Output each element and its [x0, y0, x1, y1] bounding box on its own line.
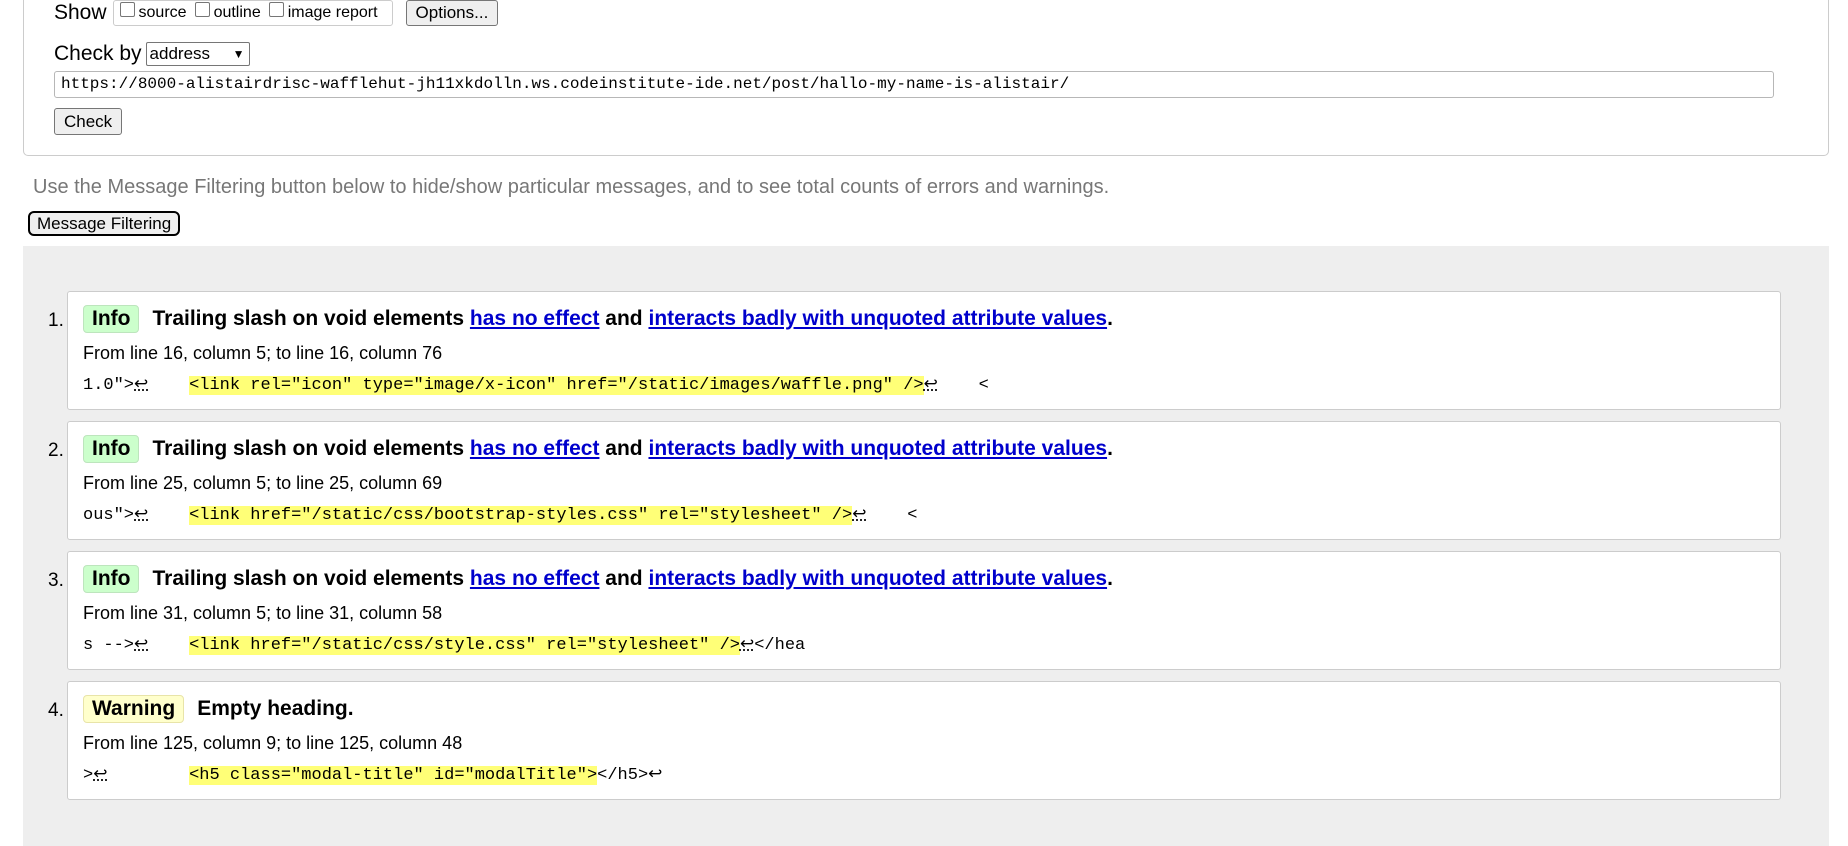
outline-checkbox[interactable]: [194, 1, 210, 17]
line-break-icon: ↩: [134, 376, 149, 395]
show-options-group: source outline image report: [112, 0, 393, 26]
source-extract: ous">↩ <link href="/static/css/bootstrap…: [83, 504, 917, 525]
show-outline-option[interactable]: outline: [194, 1, 261, 22]
extract-before: >: [83, 766, 94, 785]
extract-after: </h5>↩: [597, 766, 663, 785]
line-break-icon: ↩: [134, 506, 149, 525]
extract-highlight: <h5 class="modal-title" id="modalTitle">: [189, 766, 598, 785]
message-end: .: [1107, 437, 1113, 460]
message-headline: Warning Empty heading.: [83, 695, 354, 723]
extract-highlight: <link rel="icon" type="image/x-icon" hre…: [189, 376, 924, 395]
message-title: Trailing slash on void elements: [152, 567, 465, 590]
extract-before: s -->: [83, 636, 135, 655]
extract-after: <: [937, 376, 989, 395]
extract-after: <: [866, 506, 918, 525]
has-no-effect-link[interactable]: has no effect: [470, 437, 600, 461]
has-no-effect-link[interactable]: has no effect: [470, 567, 600, 591]
message-item: 4. Warning Empty heading. From line 125,…: [48, 681, 1781, 800]
check-by-select[interactable]: address ▼: [145, 42, 250, 66]
message-title: Trailing slash on void elements: [152, 437, 465, 460]
extract-before: ous">: [83, 506, 135, 525]
message-title: Empty heading.: [197, 697, 354, 720]
message-location: From line 16, column 5; to line 16, colu…: [83, 343, 443, 363]
extract-before: 1.0">: [83, 376, 135, 395]
has-no-effect-link[interactable]: has no effect: [470, 307, 600, 331]
extract-after: </hea: [754, 636, 806, 655]
source-checkbox-label: source: [138, 4, 187, 21]
unquoted-attribute-link[interactable]: interacts badly with unquoted attribute …: [648, 307, 1107, 331]
source-extract: >↩ <h5 class="modal-title" id="modalTitl…: [83, 764, 662, 785]
check-by-label: Check by: [54, 42, 142, 65]
check-by-value: address: [149, 44, 211, 63]
unquoted-attribute-link[interactable]: interacts badly with unquoted attribute …: [648, 567, 1107, 591]
check-by-row: Check by address ▼: [54, 42, 250, 66]
message-headline: Info Trailing slash on void elements has…: [83, 305, 1113, 333]
message-type-badge: Info: [83, 305, 140, 333]
message-item: 3. Info Trailing slash on void elements …: [48, 551, 1781, 670]
line-break-icon: ↩: [923, 376, 938, 395]
options-button[interactable]: Options...: [405, 0, 499, 26]
message-number: 4.: [48, 700, 64, 721]
extract-gap: [148, 506, 189, 525]
outline-checkbox-label: outline: [213, 4, 261, 21]
message-connector: and: [605, 437, 643, 460]
message-end: .: [1107, 567, 1113, 590]
line-break-icon: ↩: [134, 636, 149, 655]
message-location: From line 25, column 5; to line 25, colu…: [83, 473, 443, 493]
message-item: 2. Info Trailing slash on void elements …: [48, 421, 1781, 540]
message-type-badge: Info: [83, 565, 140, 593]
message-item: 1. Info Trailing slash on void elements …: [48, 291, 1781, 410]
message-type-badge: Info: [83, 435, 140, 463]
message-connector: and: [605, 567, 643, 590]
message-location: From line 31, column 5; to line 31, colu…: [83, 603, 443, 623]
url-input[interactable]: https://8000-alistairdrisc-wafflehut-jh1…: [54, 71, 1774, 98]
message-filtering-button[interactable]: Message Filtering: [28, 211, 181, 236]
show-row: Show source outline image report Options…: [54, 0, 499, 26]
extract-gap: [148, 376, 189, 395]
extract-highlight: <link href="/static/css/style.css" rel="…: [189, 636, 740, 655]
extract-gap: [148, 636, 189, 655]
show-label: Show: [54, 1, 107, 24]
message-number: 1.: [48, 310, 64, 331]
line-break-icon: ↩: [739, 636, 755, 655]
chevron-down-icon: ▼: [232, 47, 245, 61]
image-report-checkbox[interactable]: [268, 1, 284, 17]
message-number: 2.: [48, 440, 64, 461]
line-break-icon: ↩: [852, 506, 867, 525]
check-form: Show source outline image report Options…: [23, 0, 1829, 156]
message-location: From line 125, column 9; to line 125, co…: [83, 733, 463, 753]
extract-highlight: <link href="/static/css/bootstrap-styles…: [189, 506, 853, 525]
show-image-report-option[interactable]: image report: [268, 1, 378, 22]
message-end: .: [1107, 307, 1113, 330]
message-title: Trailing slash on void elements: [152, 307, 465, 330]
show-source-option[interactable]: source: [119, 1, 187, 22]
filter-hint: Use the Message Filtering button below t…: [33, 176, 1110, 198]
message-connector: and: [605, 307, 643, 330]
line-break-icon: ↩: [93, 766, 108, 785]
message-type-badge: Warning: [83, 695, 185, 723]
message-headline: Info Trailing slash on void elements has…: [83, 565, 1113, 593]
image-report-checkbox-label: image report: [287, 4, 378, 21]
extract-gap: [107, 766, 189, 785]
source-extract: 1.0">↩ <link rel="icon" type="image/x-ic…: [83, 374, 989, 395]
message-number: 3.: [48, 570, 64, 591]
results-panel: 1. Info Trailing slash on void elements …: [23, 246, 1829, 846]
check-button[interactable]: Check: [54, 108, 123, 135]
source-checkbox[interactable]: [119, 1, 135, 17]
message-headline: Info Trailing slash on void elements has…: [83, 435, 1113, 463]
source-extract: s -->↩ <link href="/static/css/style.css…: [83, 634, 805, 655]
unquoted-attribute-link[interactable]: interacts badly with unquoted attribute …: [648, 437, 1107, 461]
